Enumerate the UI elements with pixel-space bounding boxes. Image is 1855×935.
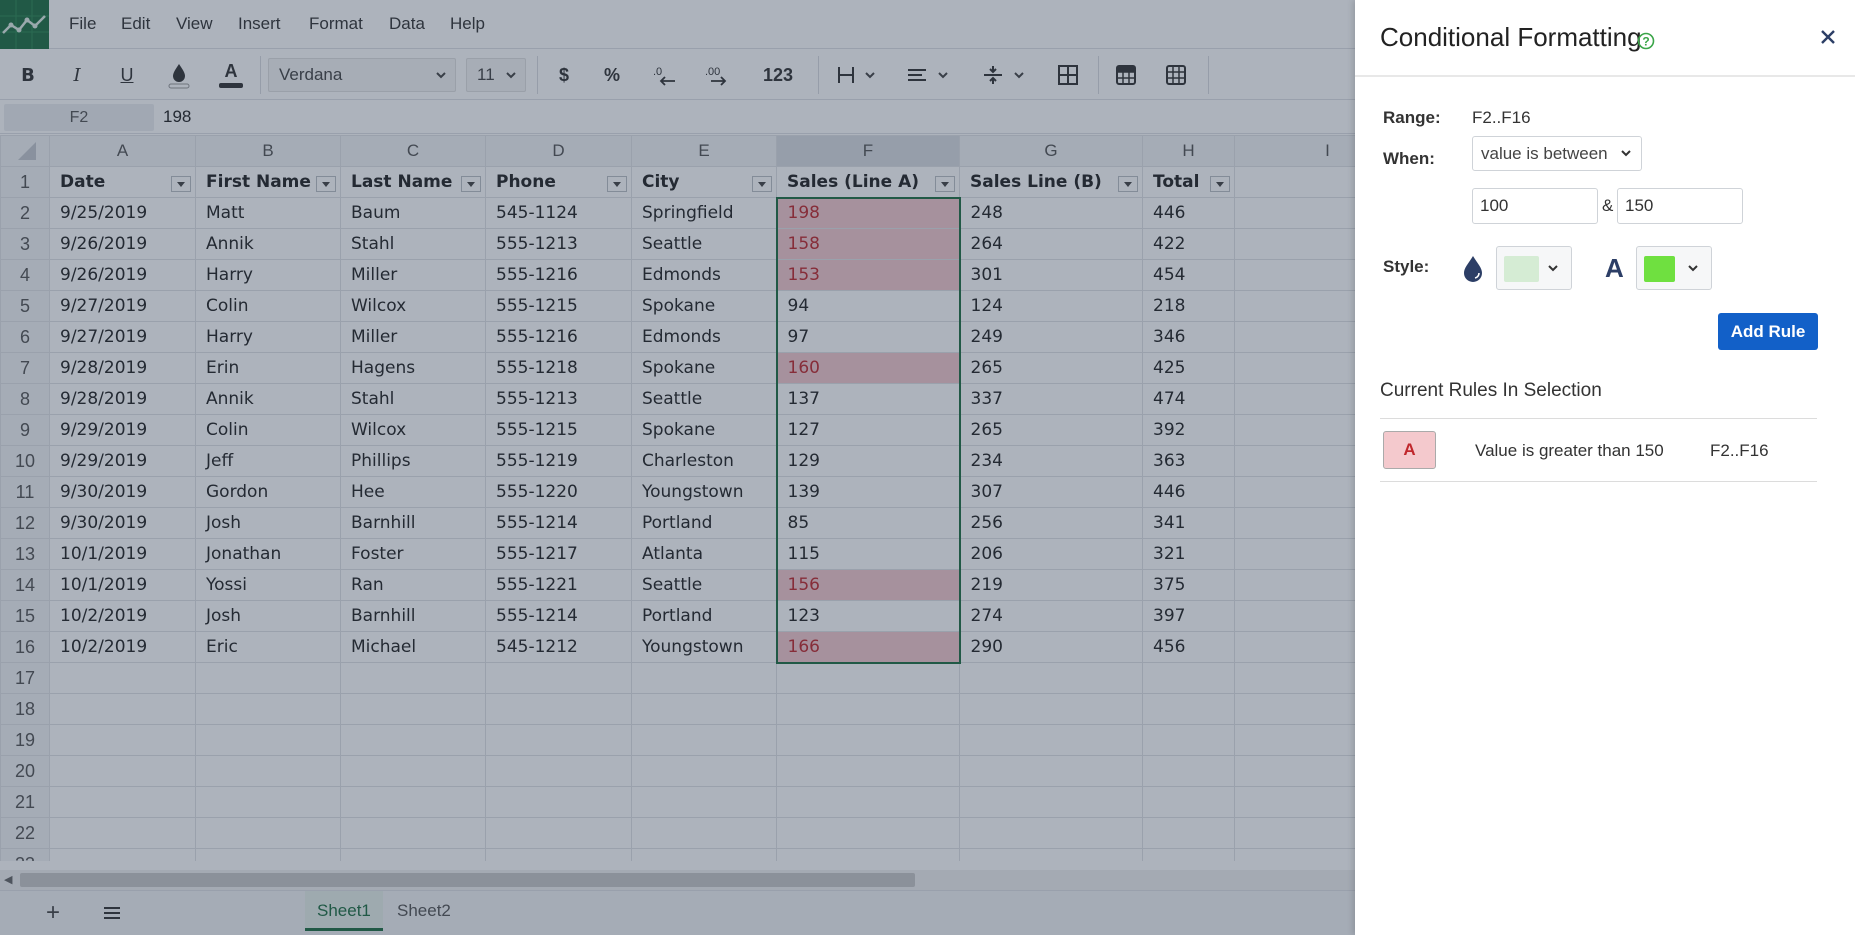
rule-description: Value is greater than 150 — [1475, 441, 1664, 460]
conditional-formatting-panel: Conditional Formatting ? Range: F2..F16 … — [1355, 0, 1855, 935]
text-color-picker[interactable] — [1636, 246, 1712, 290]
help-icon[interactable]: ? — [1637, 32, 1655, 50]
between-separator: & — [1602, 196, 1614, 215]
fill-color-picker[interactable] — [1496, 246, 1572, 290]
text-color-letter-icon: A — [1605, 253, 1624, 283]
panel-title: Conditional Formatting — [1380, 22, 1642, 52]
current-rules-title: Current Rules In Selection — [1380, 380, 1602, 401]
chevron-down-icon — [1621, 150, 1631, 157]
fill-color-swatch — [1504, 256, 1539, 282]
divider — [1380, 481, 1817, 482]
add-rule-button[interactable]: Add Rule — [1718, 313, 1818, 350]
panel-header: Conditional Formatting ? — [1355, 0, 1855, 77]
when-label: When: — [1383, 149, 1435, 168]
value-from-input[interactable]: 100 — [1472, 188, 1598, 224]
fill-drop-icon — [1464, 256, 1482, 282]
svg-text:?: ? — [1642, 35, 1649, 49]
text-color-swatch — [1644, 256, 1675, 282]
condition-select[interactable]: value is between — [1472, 136, 1642, 171]
rule-style-preview: A — [1383, 431, 1436, 469]
chevron-down-icon — [1548, 265, 1558, 272]
value-to-input[interactable]: 150 — [1617, 188, 1743, 224]
rule-item[interactable]: A Value is greater than 150 F2..F16 — [1380, 419, 1817, 481]
range-value: F2..F16 — [1472, 108, 1531, 127]
close-icon[interactable] — [1815, 24, 1841, 50]
style-label: Style: — [1383, 257, 1430, 276]
range-label: Range: — [1383, 108, 1441, 127]
chevron-down-icon — [1688, 265, 1698, 272]
rule-range: F2..F16 — [1710, 441, 1769, 460]
condition-select-value: value is between — [1481, 144, 1608, 163]
